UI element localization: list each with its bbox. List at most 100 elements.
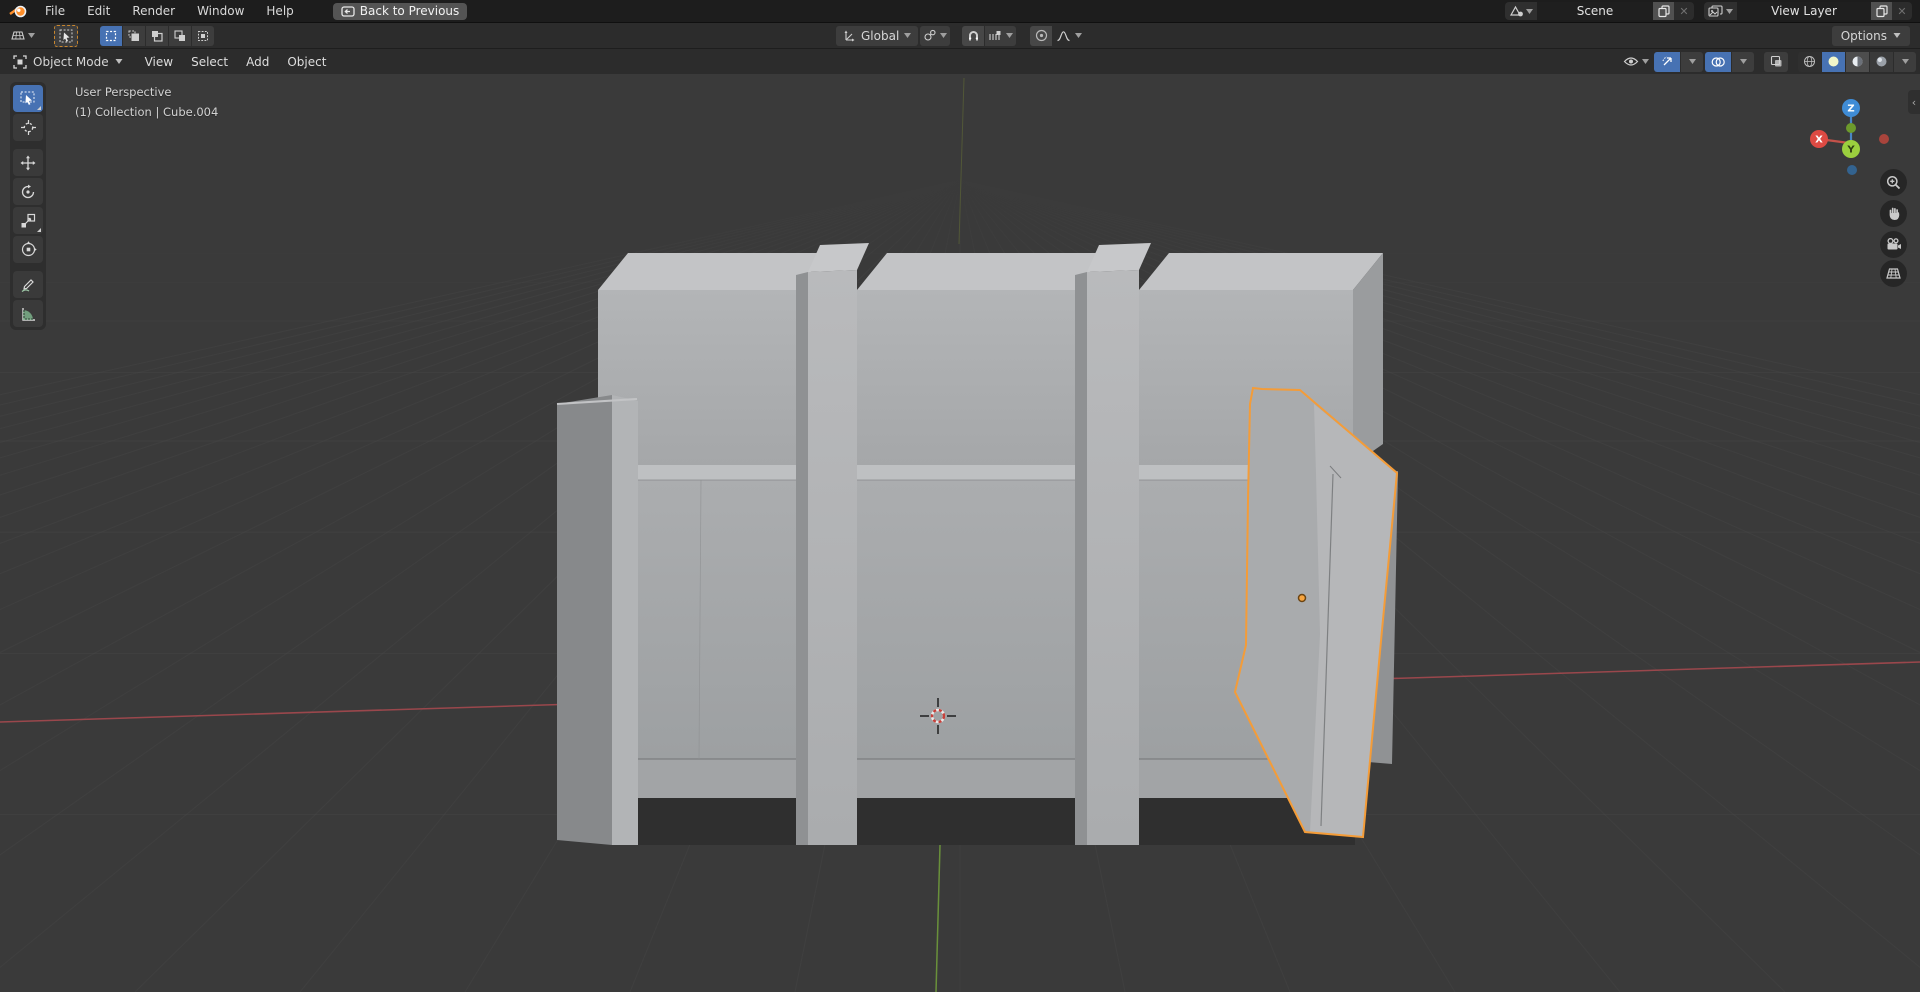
scene-unlink-button[interactable]: ✕ bbox=[1674, 2, 1694, 20]
shading-solid-button[interactable] bbox=[1822, 51, 1845, 72]
shading-rendered-button[interactable] bbox=[1870, 51, 1893, 72]
scene-browse-button[interactable] bbox=[1505, 2, 1537, 20]
navigation-gizmo[interactable]: Z X Y bbox=[1802, 86, 1894, 182]
toggle-orthographic-button[interactable] bbox=[1880, 260, 1907, 287]
gizmo-axis-neg-z[interactable] bbox=[1847, 165, 1857, 175]
tool-move[interactable] bbox=[13, 149, 43, 176]
options-dropdown[interactable]: Options bbox=[1831, 25, 1910, 46]
pivot-point-dropdown[interactable] bbox=[920, 25, 951, 46]
object-visibility-dropdown[interactable] bbox=[1620, 52, 1652, 72]
overlays-group bbox=[1705, 51, 1754, 72]
select-mode-set-button[interactable] bbox=[100, 25, 122, 46]
move-tool-icon bbox=[20, 155, 36, 170]
shading-mode-group bbox=[1798, 51, 1916, 72]
menu-select[interactable]: Select bbox=[182, 49, 237, 75]
select-mode-invert-button[interactable] bbox=[169, 25, 191, 46]
left-panel-side bbox=[557, 395, 612, 845]
overlays-dropdown[interactable] bbox=[1732, 51, 1754, 72]
y-axis-line-near bbox=[935, 844, 941, 992]
tool-annotate[interactable] bbox=[13, 271, 43, 298]
select-set-icon bbox=[105, 30, 117, 41]
transform-orientation-dropdown[interactable]: Global bbox=[836, 25, 919, 46]
tool-scale[interactable] bbox=[13, 207, 43, 234]
menu-add[interactable]: Add bbox=[237, 49, 278, 75]
menu-object[interactable]: Object bbox=[278, 49, 335, 75]
scene-canvas[interactable] bbox=[0, 74, 1920, 992]
tool-measure[interactable] bbox=[13, 300, 43, 327]
camera-view-button[interactable] bbox=[1880, 231, 1907, 258]
gizmo-dropdown[interactable] bbox=[1681, 51, 1703, 72]
gizmo-axis-neg-x[interactable] bbox=[1879, 134, 1889, 144]
topbar: File Edit Render Window Help Back to Pre… bbox=[0, 0, 1920, 22]
menu-help[interactable]: Help bbox=[255, 0, 304, 22]
svg-text:X: X bbox=[1815, 135, 1823, 146]
chevron-left-icon: ‹ bbox=[1911, 95, 1917, 109]
snap-target-dropdown[interactable] bbox=[985, 25, 1017, 46]
shading-material-button[interactable] bbox=[1846, 51, 1869, 72]
magnet-icon bbox=[968, 31, 978, 41]
bottom-box-front bbox=[618, 480, 1332, 759]
gizmo-arrow-icon bbox=[1662, 56, 1672, 66]
show-gizmo-toggle[interactable] bbox=[1654, 51, 1680, 72]
falloff-curve-icon bbox=[1057, 30, 1070, 41]
scene-name[interactable]: Scene bbox=[1537, 2, 1653, 20]
gizmo-axis-neg-y[interactable] bbox=[1846, 123, 1856, 133]
proportional-falloff-dropdown[interactable] bbox=[1053, 26, 1085, 46]
snap-increment-icon bbox=[989, 30, 1001, 40]
view-layer-remove-button[interactable]: ✕ bbox=[1892, 2, 1912, 20]
xray-toggle[interactable] bbox=[1764, 51, 1788, 72]
shading-wireframe-button[interactable] bbox=[1798, 51, 1821, 72]
pan-button[interactable] bbox=[1880, 200, 1907, 227]
select-mode-extend-button[interactable] bbox=[123, 25, 145, 46]
view-layer-copy-button[interactable] bbox=[1871, 2, 1892, 20]
chevron-down-icon bbox=[1893, 33, 1901, 38]
cursor-tool-icon bbox=[20, 120, 36, 135]
eye-icon bbox=[1623, 57, 1639, 66]
tool-rotate[interactable] bbox=[13, 178, 43, 205]
editor-type-button[interactable] bbox=[6, 26, 38, 46]
scene-copy-button[interactable] bbox=[1653, 2, 1674, 20]
chevron-down-icon bbox=[1688, 59, 1696, 64]
tool-cursor[interactable] bbox=[13, 114, 43, 141]
menu-file[interactable]: File bbox=[34, 0, 76, 22]
zoom-button[interactable] bbox=[1880, 169, 1907, 196]
blender-logo-icon[interactable] bbox=[8, 4, 28, 19]
menu-render[interactable]: Render bbox=[121, 0, 186, 22]
sidebar-expand-tab[interactable]: ‹ bbox=[1908, 90, 1920, 114]
back-to-previous-button[interactable]: Back to Previous bbox=[332, 2, 468, 20]
shading-dropdown[interactable] bbox=[1894, 51, 1916, 72]
duplicate-icon bbox=[1657, 4, 1670, 17]
proportional-edit-toggle[interactable] bbox=[1030, 25, 1053, 46]
slat-1-side bbox=[796, 272, 808, 845]
snapping-group bbox=[962, 25, 1017, 46]
select-extend-icon bbox=[128, 30, 139, 41]
mode-selector[interactable]: Object Mode bbox=[6, 52, 130, 72]
menu-window[interactable]: Window bbox=[186, 0, 255, 22]
3d-viewport[interactable]: User Perspective (1) Collection | Cube.0… bbox=[0, 74, 1920, 992]
menu-view[interactable]: View bbox=[136, 49, 182, 75]
rotate-tool-icon bbox=[21, 184, 35, 198]
crate-under-shadow bbox=[620, 798, 1355, 845]
top-box-2-front bbox=[857, 290, 1075, 465]
tool-select-box[interactable] bbox=[13, 85, 43, 112]
chevron-down-icon bbox=[904, 33, 912, 38]
back-arrow-icon bbox=[341, 5, 355, 17]
slat-1-front bbox=[808, 270, 857, 845]
active-tool-button[interactable] bbox=[54, 24, 78, 47]
tool-transform[interactable] bbox=[13, 236, 43, 263]
select-mode-subtract-button[interactable] bbox=[146, 25, 168, 46]
magnifier-plus-icon bbox=[1886, 175, 1901, 190]
show-overlays-toggle[interactable] bbox=[1705, 51, 1731, 72]
tool-settings-bar: Global Options bbox=[0, 22, 1920, 48]
select-mode-intersect-button[interactable] bbox=[192, 25, 214, 46]
top-box-3-right-side bbox=[1353, 253, 1383, 465]
view-layer-name[interactable]: View Layer bbox=[1737, 2, 1871, 20]
hand-icon bbox=[1889, 207, 1899, 220]
menu-edit[interactable]: Edit bbox=[76, 0, 121, 22]
view-layer-browse-button[interactable] bbox=[1704, 2, 1737, 20]
xray-icon bbox=[1770, 55, 1781, 67]
chevron-down-icon bbox=[940, 33, 948, 38]
wireframe-shading-icon bbox=[1804, 56, 1815, 67]
toolbar bbox=[10, 82, 46, 330]
snap-toggle-button[interactable] bbox=[962, 25, 985, 46]
